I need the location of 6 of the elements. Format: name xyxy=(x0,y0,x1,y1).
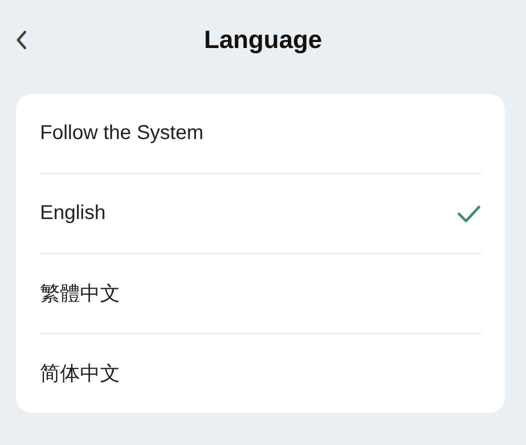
back-icon xyxy=(15,30,27,50)
language-option[interactable]: English xyxy=(40,174,481,254)
language-option[interactable]: 繁體中文 xyxy=(40,254,481,334)
language-option[interactable]: Follow the System xyxy=(40,94,481,174)
language-option[interactable]: 简体中文 xyxy=(40,334,481,413)
page-title: Language xyxy=(204,26,322,54)
